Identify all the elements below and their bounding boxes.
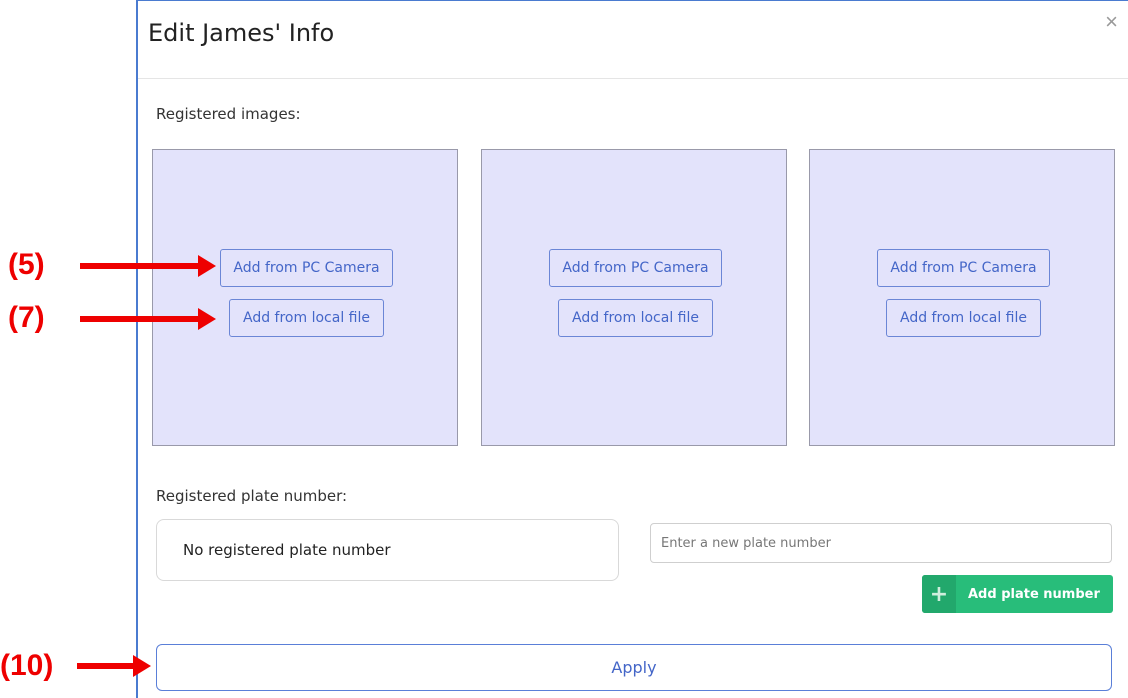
- edit-info-dialog: Edit James' Info × Registered images: Ad…: [136, 0, 1128, 698]
- add-from-camera-button[interactable]: Add from PC Camera: [549, 249, 722, 287]
- image-slot-3: Add from PC Camera Add from local file: [809, 149, 1115, 446]
- add-plate-label: Add plate number: [968, 586, 1100, 602]
- annotation-label-5: (5): [8, 248, 45, 281]
- plus-icon: +: [922, 575, 956, 613]
- annotation-arrow-5: [80, 263, 200, 269]
- image-slot-1: Add from PC Camera Add from local file: [152, 149, 458, 446]
- registered-images-label: Registered images:: [156, 105, 301, 123]
- add-from-file-button[interactable]: Add from local file: [558, 299, 713, 337]
- close-icon[interactable]: ×: [1105, 11, 1118, 33]
- add-plate-number-button[interactable]: + Add plate number: [922, 575, 1113, 613]
- image-slot-2: Add from PC Camera Add from local file: [481, 149, 787, 446]
- annotation-arrowhead-7: [198, 308, 216, 330]
- plate-number-input[interactable]: [650, 523, 1112, 563]
- add-from-file-button[interactable]: Add from local file: [886, 299, 1041, 337]
- annotation-arrow-10: [77, 663, 135, 669]
- annotation-arrowhead-5: [198, 255, 216, 277]
- current-plate-text: No registered plate number: [183, 541, 391, 559]
- annotation-label-7: (7): [8, 301, 45, 334]
- add-from-camera-button[interactable]: Add from PC Camera: [220, 249, 393, 287]
- apply-button[interactable]: Apply: [156, 644, 1112, 691]
- add-from-file-button[interactable]: Add from local file: [229, 299, 384, 337]
- dialog-title: Edit James' Info: [148, 19, 335, 47]
- add-from-camera-button[interactable]: Add from PC Camera: [877, 249, 1050, 287]
- annotation-label-10: (10): [0, 649, 54, 682]
- annotation-arrowhead-10: [133, 655, 151, 677]
- dialog-header: Edit James' Info ×: [138, 1, 1128, 79]
- registered-plate-label: Registered plate number:: [156, 487, 348, 505]
- current-plate-display: No registered plate number: [156, 519, 619, 581]
- annotation-arrow-7: [80, 316, 200, 322]
